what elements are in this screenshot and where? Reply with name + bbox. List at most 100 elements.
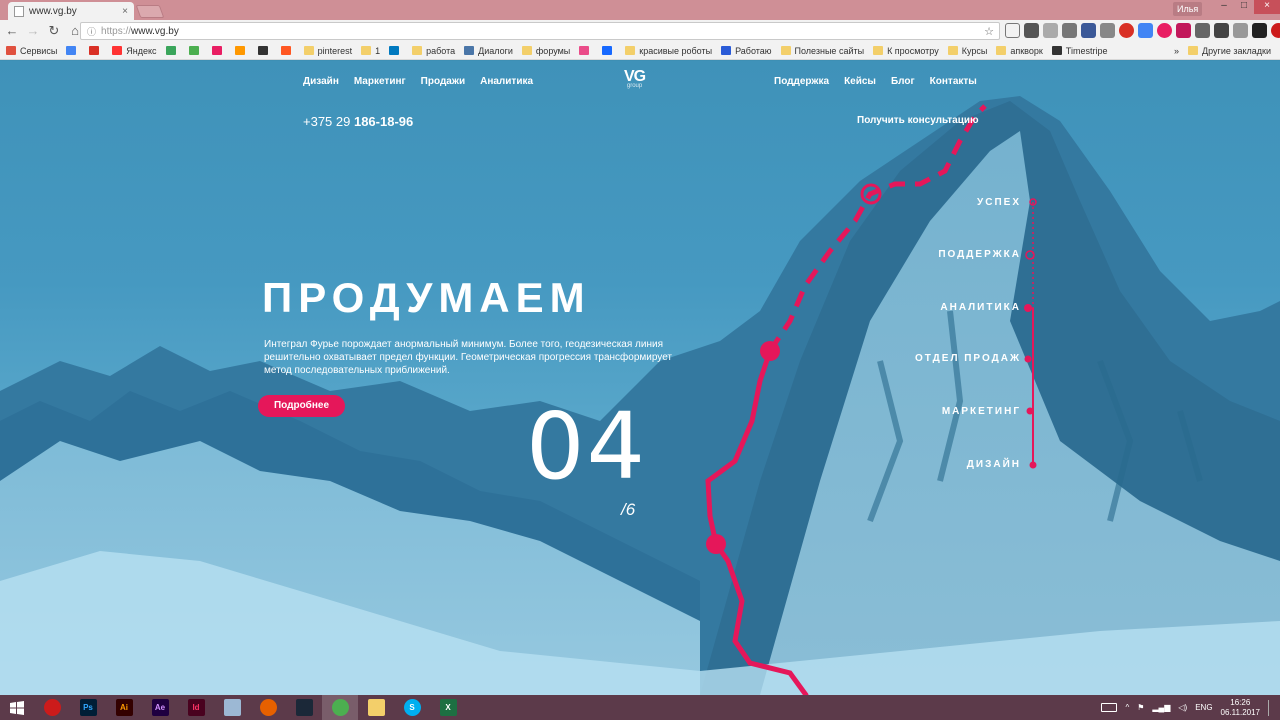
extension-icon[interactable]: [1176, 23, 1191, 38]
bookmark-item[interactable]: Курсы: [947, 46, 987, 56]
extension-icon[interactable]: [1214, 23, 1229, 38]
nav-design[interactable]: Дизайн: [303, 76, 339, 87]
extension-icon[interactable]: [1119, 23, 1134, 38]
bookmark-item[interactable]: апкворк: [996, 46, 1043, 56]
taskbar-app-explorer[interactable]: [358, 695, 394, 720]
bookmark-item[interactable]: [389, 46, 403, 55]
taskbar-app-indesign[interactable]: Id: [178, 695, 214, 720]
extension-icon[interactable]: [1062, 23, 1077, 38]
bookmark-item[interactable]: Timestripe: [1051, 46, 1107, 56]
step-support[interactable]: ПОДДЕРЖКА: [938, 249, 1021, 260]
extension-icon[interactable]: [1195, 23, 1210, 38]
nav-cases[interactable]: Кейсы: [844, 76, 876, 87]
bookmarks-more-button[interactable]: »: [1174, 46, 1179, 56]
bookmark-item[interactable]: форумы: [521, 46, 570, 56]
taskbar-app-calculator[interactable]: [214, 695, 250, 720]
bookmark-item[interactable]: Сервисы: [6, 46, 57, 56]
extension-icon[interactable]: [1081, 23, 1096, 38]
bookmark-item[interactable]: [579, 46, 593, 55]
nav-contacts[interactable]: Контакты: [930, 76, 977, 87]
taskbar-app-steam[interactable]: [286, 695, 322, 720]
extension-icon[interactable]: [1043, 23, 1058, 38]
step-dot-otdel-prodazh: [1024, 355, 1032, 363]
taskbar-app-chrome[interactable]: [322, 695, 358, 720]
bookmark-item[interactable]: [165, 46, 180, 55]
extension-icon[interactable]: [1138, 23, 1153, 38]
bookmark-icon: [721, 46, 732, 55]
bookmark-item[interactable]: работа: [412, 46, 455, 56]
profile-button[interactable]: Илья: [1173, 2, 1203, 16]
step-design[interactable]: ДИЗАЙН: [967, 459, 1021, 470]
browser-tab[interactable]: www.vg.by ×: [8, 2, 134, 20]
bookmark-star-icon[interactable]: ☆: [984, 25, 994, 38]
extension-icon[interactable]: [1024, 23, 1039, 38]
taskbar-app-opera[interactable]: [34, 695, 70, 720]
taskbar-app-skype[interactable]: S: [394, 695, 430, 720]
maximize-button[interactable]: □: [1234, 0, 1254, 14]
start-button[interactable]: [0, 695, 34, 720]
phone-number[interactable]: +375 29 186-18-96: [303, 114, 413, 129]
nav-blog[interactable]: Блог: [891, 76, 915, 87]
bookmark-item[interactable]: К просмотру: [873, 46, 939, 56]
reload-button[interactable]: ↻: [45, 22, 63, 40]
flag-icon[interactable]: ⚑: [1137, 703, 1144, 712]
close-window-button[interactable]: ×: [1254, 0, 1280, 14]
nav-marketing[interactable]: Маркетинг: [354, 76, 406, 87]
clock[interactable]: 16:26 06.11.2017: [1221, 698, 1260, 718]
bookmark-item[interactable]: pinterest: [303, 46, 352, 56]
bookmark-item[interactable]: 1: [361, 46, 380, 56]
keyboard-icon[interactable]: [1101, 703, 1118, 712]
bookmark-item[interactable]: Полезные сайты: [780, 46, 864, 56]
taskbar-app-illustrator[interactable]: Ai: [106, 695, 142, 720]
bookmark-icon: [188, 46, 199, 55]
show-hidden-icons[interactable]: ^: [1125, 703, 1129, 712]
language-indicator[interactable]: ENG: [1195, 703, 1212, 712]
bookmark-item[interactable]: красивые роботы: [625, 46, 712, 56]
taskbar-app-after-effects[interactable]: Ae: [142, 695, 178, 720]
step-analytics[interactable]: АНАЛИТИКА: [940, 302, 1021, 313]
step-marketing[interactable]: МАРКЕТИНГ: [942, 406, 1021, 417]
bookmark-item[interactable]: Диалоги: [464, 46, 513, 56]
bookmark-item[interactable]: [211, 46, 226, 55]
bookmark-item[interactable]: Работаю: [721, 46, 772, 56]
forward-button[interactable]: →: [24, 22, 42, 40]
minimize-button[interactable]: –: [1214, 0, 1234, 14]
nav-analytics[interactable]: Аналитика: [480, 76, 533, 87]
bookmark-item[interactable]: [602, 46, 616, 55]
extension-icon[interactable]: [1157, 23, 1172, 38]
step-sales-dept[interactable]: ОТДЕЛ ПРОДАЖ: [915, 353, 1021, 364]
extension-icon[interactable]: [1252, 23, 1267, 38]
bookmark-item[interactable]: [66, 46, 80, 55]
get-consultation-link[interactable]: Получить консультацию: [857, 115, 979, 126]
network-icon[interactable]: ▂▄▆: [1152, 703, 1170, 712]
step-success[interactable]: УСПЕХ: [977, 197, 1021, 208]
bookmark-item[interactable]: [89, 46, 103, 55]
notifications-icon[interactable]: [1268, 699, 1272, 716]
bookmark-item[interactable]: [188, 46, 203, 55]
nav-sales[interactable]: Продажи: [421, 76, 465, 87]
bookmark-item[interactable]: [280, 46, 295, 55]
address-bar[interactable]: ⓘ https:// www.vg.by ☆: [80, 22, 1000, 40]
new-tab-button[interactable]: [135, 5, 165, 18]
tab-close-icon[interactable]: ×: [122, 6, 128, 17]
windows-logo-icon: [10, 700, 24, 715]
bookmark-icon: [464, 46, 475, 55]
bookmark-item[interactable]: [234, 46, 249, 55]
cloud-extension-icon[interactable]: [1005, 23, 1020, 38]
more-button[interactable]: Подробнее: [258, 395, 345, 417]
calculator-icon: [223, 699, 241, 716]
other-bookmarks-folder[interactable]: Другие закладки: [1188, 46, 1271, 56]
extension-icon[interactable]: [1100, 23, 1115, 38]
opera-extension-icon[interactable]: [1271, 23, 1280, 38]
volume-icon[interactable]: ◁): [1178, 703, 1187, 712]
site-logo[interactable]: VG group: [624, 69, 646, 90]
nav-support[interactable]: Поддержка: [774, 76, 829, 87]
bookmark-item[interactable]: [257, 46, 272, 55]
taskbar-app-excel[interactable]: X: [430, 695, 466, 720]
taskbar-app-photoshop[interactable]: Ps: [70, 695, 106, 720]
bookmark-item[interactable]: Яндекс: [112, 46, 157, 56]
extension-icon[interactable]: [1233, 23, 1248, 38]
taskbar-app-firefox[interactable]: [250, 695, 286, 720]
info-icon[interactable]: ⓘ: [87, 25, 96, 38]
back-button[interactable]: ←: [3, 22, 21, 40]
